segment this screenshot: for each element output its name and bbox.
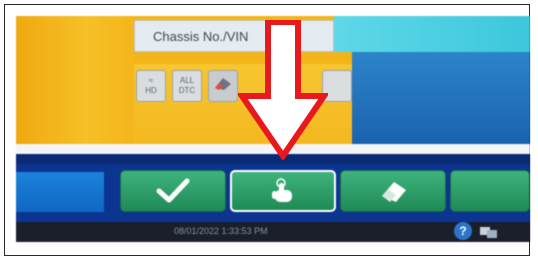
eraser-small-icon — [215, 78, 231, 90]
next-toolbar-button[interactable] — [450, 170, 530, 212]
network-icon — [480, 227, 497, 238]
hd-tool-button[interactable]: ≈ HD — [136, 70, 166, 102]
yellow-panel — [16, 16, 134, 144]
eraser-icon — [382, 182, 406, 202]
help-icon[interactable]: ? — [454, 222, 472, 240]
blue-toolbar-block — [16, 172, 104, 212]
hand-tap-icon — [272, 178, 292, 202]
checkmark-icon — [156, 178, 190, 203]
confirm-button[interactable] — [120, 170, 226, 212]
eraser-tool-button[interactable] — [208, 70, 238, 102]
erase-button[interactable] — [340, 170, 446, 212]
blue-content-panel — [352, 52, 530, 144]
status-bar: 08/01/2022 1:33:53 PM ? — [16, 222, 530, 242]
bottom-toolbar — [16, 164, 530, 222]
cyan-header-panel — [334, 16, 530, 52]
status-datetime: 08/01/2022 1:33:53 PM — [174, 226, 268, 236]
red-down-arrow-icon — [238, 20, 328, 160]
touch-button[interactable] — [230, 170, 336, 212]
all-dtc-label: ALL DTC — [178, 76, 196, 95]
hd-tool-label: ≈ HD — [145, 76, 157, 95]
all-dtc-button[interactable]: ALL DTC — [172, 70, 202, 102]
